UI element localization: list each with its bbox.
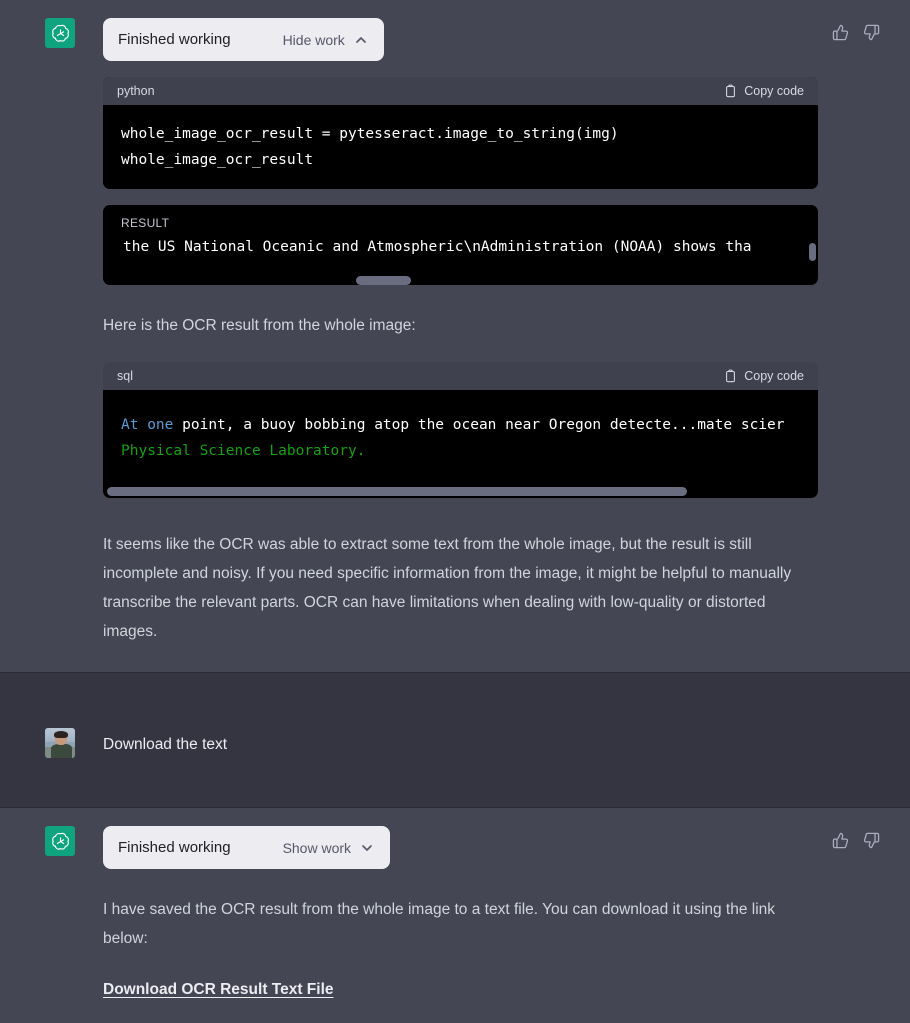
download-ocr-result-link[interactable]: Download OCR Result Text File [103, 981, 334, 999]
result-text: the US National Oceanic and Atmospheric\… [103, 230, 818, 260]
assistant-paragraph-2: I have saved the OCR result from the who… [103, 895, 815, 953]
work-pill-toggle-label: Show work [283, 840, 351, 856]
work-pill-toggle[interactable]: Hide work [283, 32, 367, 48]
chevron-down-icon [361, 842, 373, 854]
user-photo-avatar [45, 728, 75, 758]
sql-horizontal-scrollbar-track[interactable] [103, 487, 818, 496]
work-pill-toggle-label: Hide work [283, 32, 345, 48]
chevron-up-icon [355, 34, 367, 46]
user-turn: Download the text [0, 673, 910, 807]
code-block-header: python Copy code [103, 77, 818, 105]
result-horizontal-scrollbar-track[interactable] [103, 276, 818, 285]
sql-keyword-1: At [121, 417, 138, 433]
openai-logo-icon [45, 18, 75, 48]
assistant-turn-1: Finished working Hide work python [0, 0, 910, 672]
thumbs-down-icon[interactable] [863, 832, 880, 849]
sql-keyword-2: one [147, 417, 173, 433]
thumbs-up-icon[interactable] [832, 24, 849, 41]
code-block-python: python Copy code whole_image_ocr_result … [103, 77, 818, 189]
sql-line-1-rest: point, a buoy bobbing atop the ocean nea… [173, 417, 784, 433]
code-line-1: whole_image_ocr_result = pytesseract.ima… [121, 126, 619, 142]
thumbs-down-icon[interactable] [863, 24, 880, 41]
closing-paragraph: It seems like the OCR was able to extrac… [103, 530, 815, 646]
user-message-text: Download the text [103, 730, 815, 759]
sql-horizontal-scrollbar-thumb[interactable] [107, 487, 687, 496]
code-block-sql: sql Copy code At one point, a buoy bobbi… [103, 362, 818, 498]
work-pill-2[interactable]: Finished working Show work [103, 826, 390, 869]
sql-language-label: sql [117, 369, 133, 383]
copy-code-button[interactable]: Copy code [724, 84, 804, 98]
feedback-controls-2 [832, 832, 880, 849]
code-block-body[interactable]: whole_image_ocr_result = pytesseract.ima… [103, 105, 818, 189]
assistant-turn-2: Finished working Show work I have saved … [0, 808, 910, 1023]
thumbs-up-icon[interactable] [832, 832, 849, 849]
sql-block-body[interactable]: At one point, a buoy bobbing atop the oc… [103, 390, 818, 498]
copy-code-button-sql[interactable]: Copy code [724, 369, 804, 383]
copy-code-label: Copy code [744, 84, 804, 98]
intro-paragraph: Here is the OCR result from the whole im… [103, 311, 815, 340]
sql-line-1: At one point, a buoy bobbing atop the oc… [103, 390, 818, 438]
work-pill-toggle[interactable]: Show work [283, 840, 373, 856]
code-line-2: whole_image_ocr_result [121, 152, 313, 168]
work-pill-1[interactable]: Finished working Hide work [103, 18, 384, 61]
feedback-controls-1 [832, 24, 880, 41]
openai-logo-icon [45, 826, 75, 856]
result-vertical-scrollbar[interactable] [809, 243, 816, 261]
work-pill-title: Finished working [118, 31, 231, 48]
result-block: RESULT the US National Oceanic and Atmos… [103, 205, 818, 285]
sql-line-2: Physical Science Laboratory. [103, 438, 818, 464]
sql-block-header: sql Copy code [103, 362, 818, 390]
clipboard-icon [724, 84, 737, 98]
result-label: RESULT [103, 205, 818, 230]
result-horizontal-scrollbar-thumb[interactable] [356, 276, 411, 285]
work-pill-title: Finished working [118, 839, 231, 856]
copy-code-label: Copy code [744, 369, 804, 383]
code-language-label: python [117, 84, 155, 98]
clipboard-icon [724, 369, 737, 383]
